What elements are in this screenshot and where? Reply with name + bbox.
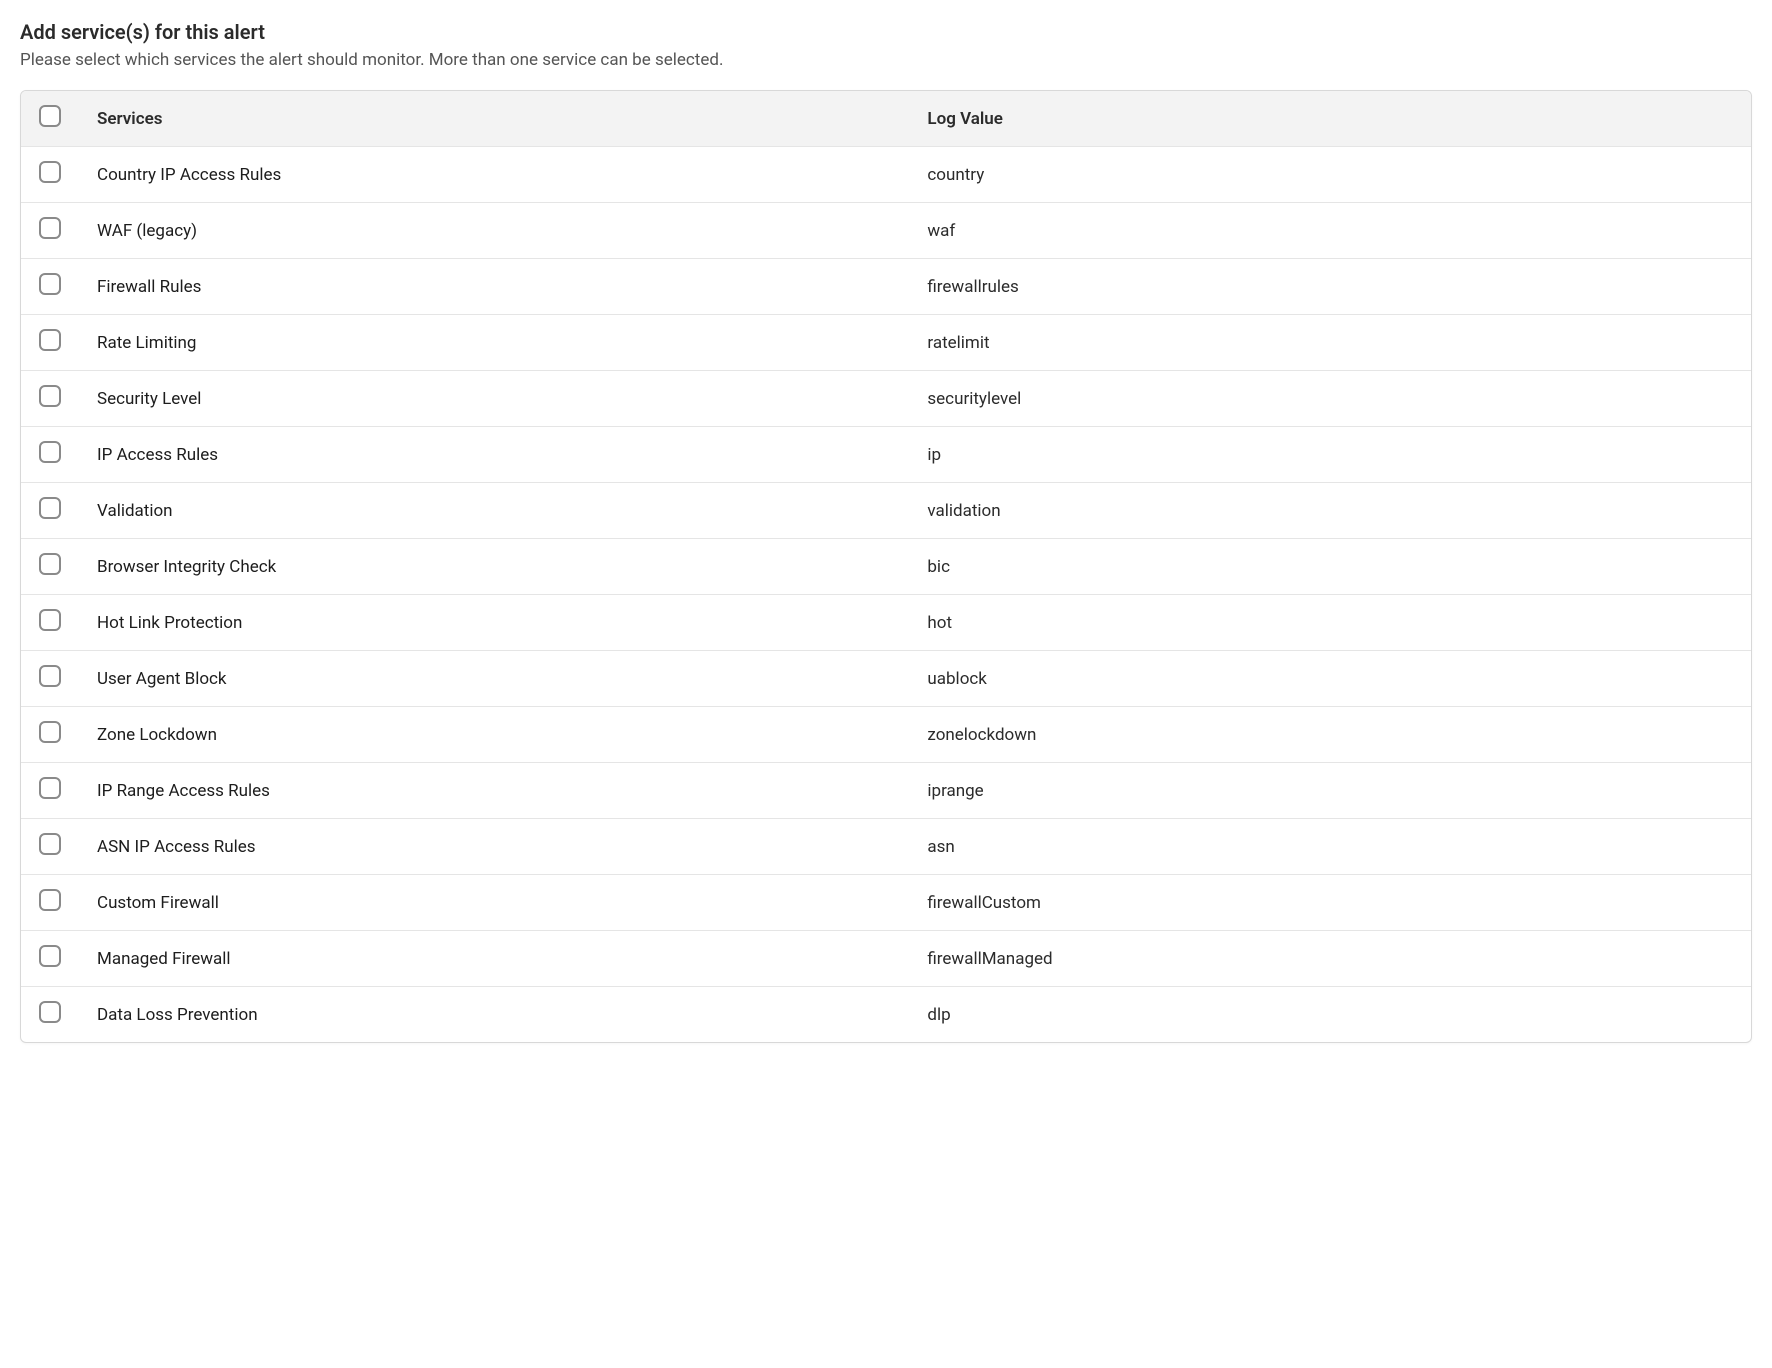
table-row: Rate Limitingratelimit (21, 315, 1751, 371)
table-row: WAF (legacy)waf (21, 203, 1751, 259)
log-value-cell: asn (911, 819, 1751, 875)
checkbox-cell (21, 427, 81, 483)
row-checkbox[interactable] (39, 833, 61, 855)
table-row: User Agent Blockuablock (21, 651, 1751, 707)
checkbox-cell (21, 651, 81, 707)
log-value-cell: firewallManaged (911, 931, 1751, 987)
row-checkbox[interactable] (39, 553, 61, 575)
table-row: Security Levelsecuritylevel (21, 371, 1751, 427)
log-value-cell: ip (911, 427, 1751, 483)
row-checkbox[interactable] (39, 497, 61, 519)
log-value-cell: hot (911, 595, 1751, 651)
service-name-cell: User Agent Block (81, 651, 911, 707)
service-name-cell: Rate Limiting (81, 315, 911, 371)
service-name-cell: Managed Firewall (81, 931, 911, 987)
service-name-cell: Custom Firewall (81, 875, 911, 931)
service-name-cell: WAF (legacy) (81, 203, 911, 259)
row-checkbox[interactable] (39, 217, 61, 239)
checkbox-cell (21, 875, 81, 931)
checkbox-cell (21, 147, 81, 203)
row-checkbox[interactable] (39, 161, 61, 183)
checkbox-cell (21, 987, 81, 1043)
service-name-cell: Browser Integrity Check (81, 539, 911, 595)
row-checkbox[interactable] (39, 665, 61, 687)
checkbox-cell (21, 371, 81, 427)
column-header-log-value: Log Value (911, 91, 1751, 147)
page-title: Add service(s) for this alert (20, 20, 1752, 44)
table-row: Browser Integrity Checkbic (21, 539, 1751, 595)
select-all-checkbox[interactable] (39, 105, 61, 127)
table-row: Data Loss Preventiondlp (21, 987, 1751, 1043)
table-row: Validationvalidation (21, 483, 1751, 539)
row-checkbox[interactable] (39, 1001, 61, 1023)
select-all-header (21, 91, 81, 147)
service-name-cell: Hot Link Protection (81, 595, 911, 651)
log-value-cell: dlp (911, 987, 1751, 1043)
table-row: ASN IP Access Rulesasn (21, 819, 1751, 875)
checkbox-cell (21, 595, 81, 651)
services-table-container: Services Log Value Country IP Access Rul… (20, 90, 1752, 1043)
checkbox-cell (21, 203, 81, 259)
service-name-cell: ASN IP Access Rules (81, 819, 911, 875)
service-name-cell: IP Range Access Rules (81, 763, 911, 819)
checkbox-cell (21, 707, 81, 763)
table-row: IP Access Rulesip (21, 427, 1751, 483)
log-value-cell: zonelockdown (911, 707, 1751, 763)
service-name-cell: Zone Lockdown (81, 707, 911, 763)
service-name-cell: Data Loss Prevention (81, 987, 911, 1043)
row-checkbox[interactable] (39, 609, 61, 631)
log-value-cell: country (911, 147, 1751, 203)
table-row: Custom FirewallfirewallCustom (21, 875, 1751, 931)
service-name-cell: Firewall Rules (81, 259, 911, 315)
log-value-cell: validation (911, 483, 1751, 539)
service-name-cell: Security Level (81, 371, 911, 427)
service-name-cell: Validation (81, 483, 911, 539)
table-row: Hot Link Protectionhot (21, 595, 1751, 651)
log-value-cell: waf (911, 203, 1751, 259)
checkbox-cell (21, 483, 81, 539)
table-row: Managed FirewallfirewallManaged (21, 931, 1751, 987)
table-header-row: Services Log Value (21, 91, 1751, 147)
table-row: Firewall Rulesfirewallrules (21, 259, 1751, 315)
checkbox-cell (21, 259, 81, 315)
log-value-cell: uablock (911, 651, 1751, 707)
checkbox-cell (21, 819, 81, 875)
table-row: Zone Lockdownzonelockdown (21, 707, 1751, 763)
service-name-cell: IP Access Rules (81, 427, 911, 483)
checkbox-cell (21, 539, 81, 595)
log-value-cell: bic (911, 539, 1751, 595)
log-value-cell: firewallCustom (911, 875, 1751, 931)
checkbox-cell (21, 931, 81, 987)
row-checkbox[interactable] (39, 945, 61, 967)
log-value-cell: firewallrules (911, 259, 1751, 315)
services-table: Services Log Value Country IP Access Rul… (21, 91, 1751, 1042)
log-value-cell: securitylevel (911, 371, 1751, 427)
table-row: IP Range Access Rulesiprange (21, 763, 1751, 819)
checkbox-cell (21, 763, 81, 819)
row-checkbox[interactable] (39, 441, 61, 463)
log-value-cell: iprange (911, 763, 1751, 819)
page-subtitle: Please select which services the alert s… (20, 50, 1752, 70)
service-name-cell: Country IP Access Rules (81, 147, 911, 203)
row-checkbox[interactable] (39, 777, 61, 799)
row-checkbox[interactable] (39, 889, 61, 911)
row-checkbox[interactable] (39, 721, 61, 743)
table-row: Country IP Access Rulescountry (21, 147, 1751, 203)
checkbox-cell (21, 315, 81, 371)
row-checkbox[interactable] (39, 329, 61, 351)
row-checkbox[interactable] (39, 273, 61, 295)
log-value-cell: ratelimit (911, 315, 1751, 371)
column-header-services: Services (81, 91, 911, 147)
row-checkbox[interactable] (39, 385, 61, 407)
